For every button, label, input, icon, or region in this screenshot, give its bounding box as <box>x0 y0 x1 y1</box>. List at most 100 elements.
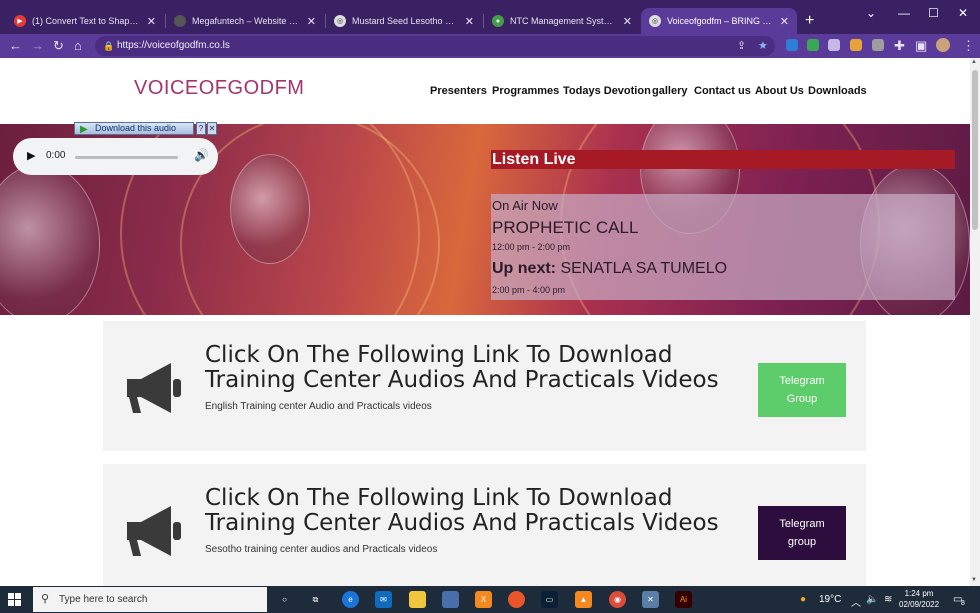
home-icon[interactable]: ⌂ <box>74 38 82 53</box>
telegram-group-button[interactable]: Telegram Group <box>758 363 846 417</box>
profile-avatar[interactable] <box>936 38 950 52</box>
telegram-button-line2: group <box>787 536 817 548</box>
seek-bar[interactable] <box>75 156 178 159</box>
card-heading: Click On The Following Link To Download … <box>205 485 719 536</box>
share-icon[interactable]: ⇪ <box>737 36 746 56</box>
play-icon[interactable]: ▶ <box>27 149 35 162</box>
search-placeholder: Type here to search <box>59 594 148 605</box>
help-icon[interactable]: ? <box>196 122 206 135</box>
download-card-english: Click On The Following Link To Download … <box>103 321 866 451</box>
windows-taskbar: ⚲ Type here to search ○ ⧉ e ✉ X ▭ ▲ ◉ ✕ … <box>0 586 980 613</box>
notification-count: 8 <box>961 600 965 607</box>
on-air-panel: On Air Now PROPHETIC CALL 12:00 pm - 2:0… <box>491 194 955 300</box>
screen: ▶ (1) Convert Text to Shape | Illust ✕ M… <box>0 0 980 613</box>
telegram-button-line2: Group <box>786 393 818 405</box>
xmind-icon[interactable]: ✕ <box>642 591 659 608</box>
globe-icon: ◎ <box>649 15 661 27</box>
speaker-icon[interactable]: 🔈 <box>866 594 878 605</box>
close-icon[interactable]: ✕ <box>207 122 217 135</box>
tab-close-icon[interactable]: ✕ <box>623 15 632 28</box>
tab-close-icon[interactable]: ✕ <box>780 15 789 28</box>
download-audio-label: Download this audio <box>95 123 177 133</box>
sidebar-icon[interactable]: ▣ <box>915 38 927 54</box>
nav-todays-devotion[interactable]: Todays Devotion <box>563 85 651 97</box>
audio-player: ▶ 0:00 🔊 <box>13 138 218 175</box>
tab-title: Mustard Seed Lesotho Society <box>352 16 459 26</box>
nav-downloads[interactable]: Downloads <box>808 85 867 97</box>
new-tab-button[interactable]: + <box>805 12 814 30</box>
light-streak <box>180 124 440 315</box>
up-next-time: 2:00 pm - 4:00 pm <box>492 285 566 295</box>
youtube-icon: ▶ <box>14 15 26 27</box>
network-app-icon[interactable] <box>442 591 459 608</box>
taskbar-search-box[interactable]: ⚲ Type here to search <box>33 587 267 612</box>
browser-tab-strip: ▶ (1) Convert Text to Shape | Illust ✕ M… <box>0 0 980 34</box>
up-next: Up next: SENATLA SA TUMELO <box>492 260 727 278</box>
scroll-up-arrow-icon[interactable]: ▲ <box>971 59 977 65</box>
tray-chevron-icon[interactable]: ︿ <box>851 594 861 609</box>
telegram-group-button[interactable]: Telegram group <box>758 506 846 560</box>
terminal-icon[interactable]: ▭ <box>541 591 558 608</box>
telegram-button-line1: Telegram <box>779 518 825 530</box>
file-explorer-icon[interactable] <box>409 591 426 608</box>
weather-sun-icon[interactable]: ● <box>800 594 806 605</box>
telegram-button-line1: Telegram <box>779 375 825 387</box>
address-bar[interactable]: 🔒 https://voiceofgodfm.co.ls ⇪ ★ <box>95 36 775 56</box>
taskbar-clock[interactable]: 1:24 pm 02/09/2022 <box>899 588 939 610</box>
mail-icon[interactable]: ✉ <box>375 591 392 608</box>
leaf-icon: ● <box>492 15 504 27</box>
nav-contact-us[interactable]: Contact us <box>694 85 751 97</box>
chrome-icon[interactable]: ◉ <box>609 591 626 608</box>
forward-arrow-icon[interactable]: → <box>31 38 44 53</box>
maximize-icon[interactable]: ☐ <box>928 6 939 20</box>
nav-about-us[interactable]: About Us <box>755 85 804 97</box>
extension-leaf-icon[interactable] <box>807 39 819 51</box>
tab-search-icon[interactable]: ⌄ <box>866 6 876 20</box>
download-audio-button[interactable]: ▶ Download this audio <box>74 122 194 135</box>
extension-color-icon[interactable] <box>850 39 862 51</box>
tab-close-icon[interactable]: ✕ <box>465 15 474 28</box>
player-time: 0:00 <box>46 150 66 161</box>
cortana-icon[interactable]: ○ <box>276 591 293 608</box>
extension-pen-icon[interactable] <box>828 39 840 51</box>
card-heading: Click On The Following Link To Download … <box>205 342 719 393</box>
puzzle-icon[interactable]: ✚ <box>894 38 905 54</box>
nav-gallery[interactable]: gallery <box>652 85 687 97</box>
temperature[interactable]: 19°C <box>819 594 841 605</box>
xampp-icon[interactable]: X <box>475 591 492 608</box>
lock-icon[interactable]: 🔒 <box>103 36 114 56</box>
scroll-down-arrow-icon[interactable]: ▼ <box>971 577 977 583</box>
scrollbar-thumb[interactable] <box>972 70 978 230</box>
search-icon: ⚲ <box>41 593 50 605</box>
minimize-icon[interactable]: — <box>898 6 910 20</box>
back-arrow-icon[interactable]: ← <box>9 38 22 53</box>
close-window-icon[interactable]: ✕ <box>958 6 968 20</box>
tab-mustard-seed[interactable]: ◎ Mustard Seed Lesotho Society ✕ <box>326 8 482 34</box>
bookmark-star-icon[interactable]: ★ <box>758 36 768 56</box>
nav-programmes[interactable]: Programmes <box>492 85 559 97</box>
wifi-icon[interactable]: ≋ <box>884 594 892 605</box>
firefox-icon[interactable] <box>508 591 525 608</box>
extension-shield-icon[interactable] <box>786 39 798 51</box>
reload-icon[interactable]: ↻ <box>53 38 64 54</box>
tab-close-icon[interactable]: ✕ <box>307 15 316 28</box>
url-text: https://voiceofgodfm.co.ls <box>117 40 230 51</box>
tab-close-icon[interactable]: ✕ <box>147 15 156 28</box>
play-arrow-icon: ▶ <box>80 124 88 135</box>
tab-convert-text[interactable]: ▶ (1) Convert Text to Shape | Illust ✕ <box>6 8 164 34</box>
tab-ntc-management[interactable]: ● NTC Management System - Das ✕ <box>484 8 640 34</box>
edge-icon[interactable]: e <box>342 591 359 608</box>
vlc-icon[interactable]: ▲ <box>575 591 592 608</box>
task-view-icon[interactable]: ⧉ <box>307 591 324 608</box>
site-logo[interactable]: VOICEOFGODFM <box>134 77 304 100</box>
volume-icon[interactable]: 🔊 <box>194 148 209 162</box>
extension-card-icon[interactable] <box>872 39 884 51</box>
menu-kebab-icon[interactable]: ⋮ <box>962 38 975 54</box>
tab-voiceofgodfm[interactable]: ◎ Voiceofgodfm – BRING THE VOI ✕ <box>641 8 797 34</box>
tab-megafuntech[interactable]: Megafuntech – Website designe ✕ <box>166 8 324 34</box>
illustrator-icon[interactable]: Ai <box>675 591 692 608</box>
megaphone-icon <box>127 506 181 556</box>
nav-presenters[interactable]: Presenters <box>430 85 487 97</box>
on-air-time: 12:00 pm - 2:00 pm <box>492 242 571 252</box>
windows-start-icon[interactable] <box>8 593 22 607</box>
